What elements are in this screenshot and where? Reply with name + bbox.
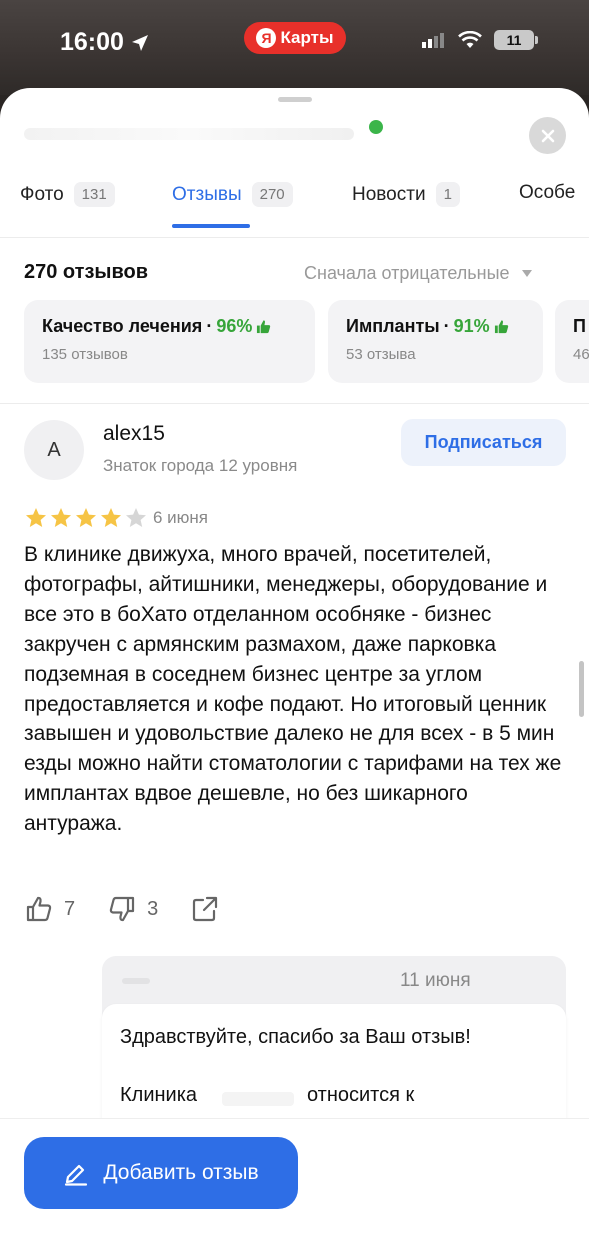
active-tab-indicator xyxy=(172,224,250,228)
category-name: Качество лечения xyxy=(42,316,203,336)
share-button[interactable] xyxy=(190,894,220,924)
status-time: 16:00 xyxy=(60,28,150,57)
sort-label: Сначала отрицательные xyxy=(304,263,510,283)
tab-count: 1 xyxy=(435,182,460,207)
review-text: В клинике движуха, много врачей, посетит… xyxy=(24,543,562,836)
tab-features[interactable]: Особе xyxy=(519,182,575,204)
place-title-redacted xyxy=(24,128,354,140)
reply-text-line: Клиника xyxy=(120,1084,198,1106)
sheet-grabber[interactable] xyxy=(278,97,312,102)
clinic-name-redacted xyxy=(222,1092,294,1106)
add-review-button[interactable]: Добавить отзыв xyxy=(24,1137,298,1209)
verified-icon xyxy=(369,120,383,134)
bottom-bar: Добавить отзыв xyxy=(0,1118,589,1242)
system-icons: 11 xyxy=(422,30,538,50)
pencil-icon xyxy=(65,1164,88,1186)
tabs-bar: Фото 131 Отзывы 270 Новости 1 Особе xyxy=(0,178,589,238)
battery-indicator: 11 xyxy=(494,30,538,50)
reply-text-line: относится к xyxy=(307,1084,415,1106)
app-pill-label: Карты xyxy=(280,28,334,47)
thumbs-down-icon xyxy=(109,896,135,922)
review-author[interactable]: alex15 xyxy=(103,422,165,446)
thumbs-up-icon xyxy=(257,320,271,334)
tab-label: Особе xyxy=(519,182,576,203)
reply-date: 11 июня xyxy=(400,970,471,991)
thumbs-up-icon xyxy=(26,896,52,922)
category-name: Импланты xyxy=(346,316,440,336)
category-percent: 91% xyxy=(453,316,490,336)
tab-reviews[interactable]: Отзывы 270 xyxy=(172,182,293,207)
author-level: Знаток города 12 уровня xyxy=(103,456,298,475)
category-separator: · xyxy=(443,316,450,336)
star-filled-icon xyxy=(51,508,71,527)
category-percent: 96% xyxy=(216,316,253,336)
category-count: 53 отзыва xyxy=(346,346,416,363)
tab-count: 131 xyxy=(73,182,115,207)
location-arrow-icon xyxy=(131,34,148,51)
status-bar: 16:00 Я Карты 11 xyxy=(0,0,589,95)
tab-label: Фото xyxy=(20,183,64,205)
chevron-down-icon xyxy=(521,270,532,277)
signal-icon xyxy=(422,33,444,48)
time-label: 16:00 xyxy=(60,28,124,56)
reviews-sheet: Фото 131 Отзывы 270 Новости 1 Особе 270 … xyxy=(0,88,589,1242)
rating-stars xyxy=(24,506,148,530)
like-count: 7 xyxy=(64,897,76,920)
star-filled-icon xyxy=(101,508,121,527)
tab-label: Отзывы xyxy=(172,183,242,205)
review-date: 6 июня xyxy=(153,508,209,527)
avatar[interactable]: A xyxy=(24,420,84,480)
back-to-app-pill[interactable]: Я Карты xyxy=(244,22,346,54)
tab-label: Новости xyxy=(352,183,426,205)
close-button[interactable] xyxy=(529,117,566,154)
category-card[interactable]: П 46 xyxy=(555,300,589,383)
star-filled-icon xyxy=(26,508,46,527)
add-review-label: Добавить отзыв xyxy=(103,1161,259,1184)
tab-news[interactable]: Новости 1 xyxy=(352,182,460,207)
category-name: П xyxy=(573,316,586,336)
category-count: 135 отзывов xyxy=(42,346,128,363)
reply-text-line: Здравствуйте, спасибо за Ваш отзыв! xyxy=(120,1026,471,1048)
star-empty-icon xyxy=(126,508,146,527)
star-filled-icon xyxy=(76,508,96,527)
dislike-count: 3 xyxy=(147,897,159,920)
subscribe-button[interactable]: Подписаться xyxy=(401,419,566,466)
reply-author-redacted xyxy=(122,978,150,984)
yandex-logo-icon: Я xyxy=(256,28,277,48)
thumbs-up-icon xyxy=(494,320,508,334)
review-actions: 7 3 xyxy=(24,894,252,924)
like-button[interactable]: 7 xyxy=(24,894,75,924)
category-card[interactable]: Импланты · 91% 53 отзыва xyxy=(328,300,543,383)
share-icon xyxy=(193,896,218,922)
close-icon xyxy=(541,129,554,142)
wifi-icon xyxy=(458,31,482,48)
category-card[interactable]: Качество лечения · 96% 135 отзывов xyxy=(24,300,315,383)
section-divider xyxy=(0,403,589,404)
scrollbar[interactable] xyxy=(579,661,584,717)
dislike-button[interactable]: 3 xyxy=(107,894,158,924)
place-title-row xyxy=(24,118,564,148)
tab-photo[interactable]: Фото 131 xyxy=(20,182,115,207)
reviews-total: 270 отзывов xyxy=(24,261,149,283)
tab-count: 270 xyxy=(251,182,293,207)
sort-dropdown[interactable]: Сначала отрицательные xyxy=(304,263,532,284)
category-separator: · xyxy=(206,316,213,336)
